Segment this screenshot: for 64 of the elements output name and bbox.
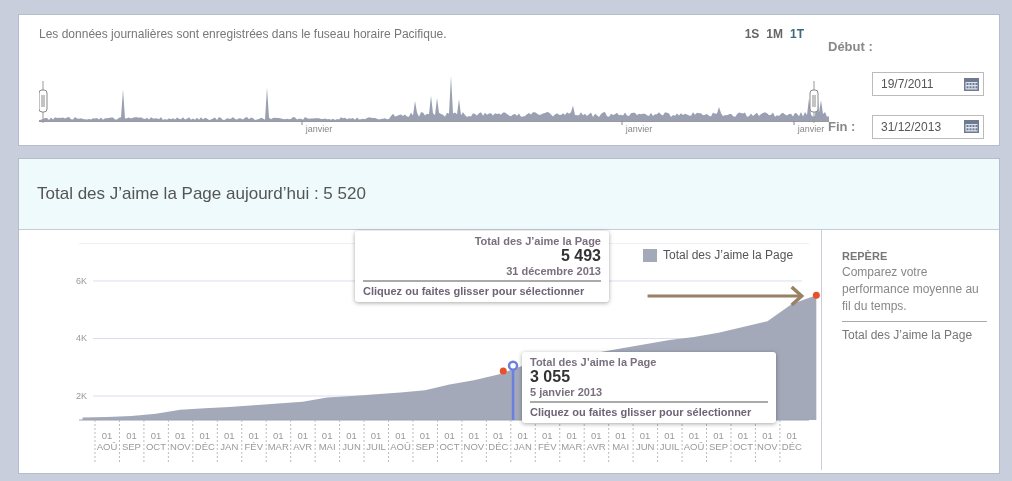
x-axis-label: 01 MAR: [267, 430, 289, 452]
end-date-field[interactable]: 31/12/2013: [872, 114, 984, 139]
x-axis-label: 01 JAN: [513, 430, 532, 452]
x-axis-label: 01 JUIL: [659, 430, 680, 452]
summary-text: Total des J’aime la Page aujourd’hui : 5 520: [37, 184, 366, 204]
start-date-field[interactable]: 19/7/2011: [872, 72, 984, 97]
x-axis-label: 01 DÉC: [488, 430, 509, 452]
x-axis-label: 01 SEP: [121, 430, 141, 452]
slider-handle[interactable]: [39, 80, 48, 124]
end-label: Fin :: [828, 119, 857, 135]
tooltip-date: 31 décembre 2013: [363, 265, 601, 282]
x-axis-label: 01 MAI: [612, 430, 630, 452]
x-axis-label: 01 JAN: [220, 430, 239, 452]
x-axis-label: 01 MAR: [561, 430, 583, 452]
range-button[interactable]: 1S: [744, 27, 760, 41]
x-axis-label: 01 MAI: [318, 430, 336, 452]
benchmark-title: REPÈRE: [842, 250, 889, 262]
slider-handle[interactable]: [809, 80, 819, 124]
x-axis-label: 01 NOV: [757, 430, 778, 452]
y-axis-label: 4K: [76, 333, 87, 344]
tooltip-value: 5 493: [559, 247, 601, 265]
x-axis-label: 01 FÉV: [244, 430, 263, 452]
calendar-icon[interactable]: [964, 120, 979, 134]
range-button[interactable]: 1T: [790, 27, 804, 41]
axis-label: janvier: [797, 124, 825, 134]
y-axis-label: 2K: [76, 391, 87, 401]
tooltip-hint: Cliquez ou faites glisser pour sélectionner: [530, 406, 753, 418]
benchmark-description: Comparez votre performance moyenne au fil du temps.: [842, 264, 980, 315]
legend-label: Total des J’aime la Page: [663, 248, 794, 262]
x-axis-label: 01 AVR: [293, 430, 313, 452]
axis-label: janvier: [305, 124, 333, 134]
legend-swatch: [643, 248, 657, 262]
range-button[interactable]: 1M: [766, 27, 783, 41]
x-axis-label: 01 JUN: [342, 430, 361, 452]
x-axis-label: 01 OCT: [732, 430, 753, 452]
x-axis-label: 01 NOV: [170, 430, 191, 452]
tooltip-value: 3 055: [530, 368, 572, 386]
x-axis-label: 01 JUIL: [366, 430, 386, 452]
calendar-icon[interactable]: [964, 78, 979, 91]
timezone-note: Les données journalières sont enregistrées dans le fuseau horaire Pacifique.: [39, 27, 447, 41]
x-axis-label: 01 AVR: [586, 430, 606, 452]
tooltip-date: 5 janvier 2013: [530, 386, 768, 403]
tooltip-title: Total des J’aime la Page: [473, 235, 601, 247]
x-axis-label: 01 DÉC: [781, 430, 802, 452]
data-point: [499, 367, 507, 375]
benchmark-item[interactable]: Total des J’aime la Page: [842, 321, 987, 342]
x-axis-label: 01 AOÛ: [390, 430, 411, 452]
x-axis-label: 01 AOÛ: [683, 430, 705, 452]
start-label: Début :: [828, 39, 874, 55]
axis-label: janvier: [625, 124, 653, 134]
tooltip-title: Total des J’aime la Page: [530, 356, 658, 368]
x-axis-label: 01 SEP: [709, 430, 728, 452]
y-axis-label: 6K: [76, 276, 87, 286]
x-axis-label: 01 OCT: [145, 430, 166, 452]
tooltip-hint: Cliquez ou faites glisser pour sélectionner: [363, 285, 586, 297]
x-axis-label: 01 AOÛ: [96, 430, 118, 452]
x-axis-label: 01 NOV: [463, 430, 485, 452]
x-axis-label: 01 DÉC: [194, 430, 215, 452]
x-axis-label: 01 SEP: [415, 430, 435, 452]
x-axis-label: 01 FÉV: [538, 430, 557, 452]
data-point: [812, 291, 820, 299]
hover-marker[interactable]: [507, 360, 519, 420]
x-axis-label: 01 OCT: [439, 430, 460, 452]
x-axis-label: 01 JUN: [635, 430, 655, 452]
